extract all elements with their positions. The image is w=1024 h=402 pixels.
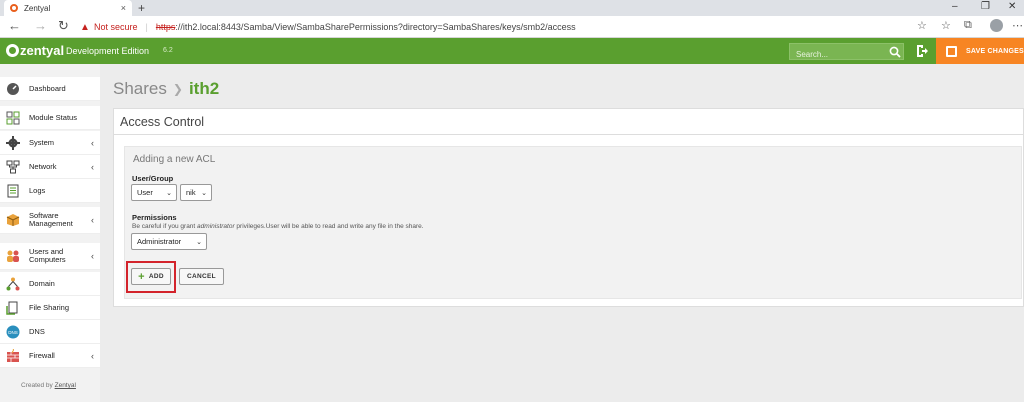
new-acl-form: Adding a new ACL User/Group User ⌄ nik ⌄…: [124, 146, 1022, 299]
chevron-down-icon: ⌄: [196, 239, 202, 246]
browser-tab[interactable]: Zentyal ×: [4, 0, 132, 16]
warning-icon: ▲: [80, 21, 90, 33]
logout-icon[interactable]: [914, 43, 930, 59]
user-group-type-select[interactable]: User ⌄: [131, 184, 177, 201]
sidebar-item-users-and-computers[interactable]: Users and Computers ‹: [0, 243, 100, 270]
back-button[interactable]: ←: [8, 19, 21, 33]
svg-text:DNS: DNS: [8, 330, 18, 335]
form-title: Adding a new ACL: [133, 154, 216, 165]
close-window-button[interactable]: ✕: [1008, 1, 1016, 12]
more-menu-icon[interactable]: ⋯: [1012, 19, 1023, 32]
logs-icon: [7, 184, 19, 197]
permissions-label: Permissions: [132, 213, 177, 222]
breadcrumb-current: ith2: [188, 79, 220, 98]
zentyal-favicon-icon: [10, 4, 18, 12]
reload-button[interactable]: ↻: [58, 19, 69, 33]
permissions-select[interactable]: Administrator ⌄: [131, 233, 207, 250]
sidebar-item-domain[interactable]: Domain: [0, 272, 100, 296]
chevron-down-icon: ⌄: [166, 190, 172, 197]
version-label: 6.2: [163, 47, 173, 54]
tab-close-icon[interactable]: ×: [121, 3, 126, 13]
chevron-left-icon: ‹: [91, 350, 94, 361]
minimize-button[interactable]: –: [952, 1, 958, 12]
browser-titlebar: Zentyal × + – ❐ ✕: [0, 0, 1024, 16]
tab-title: Zentyal: [24, 3, 51, 13]
chevron-left-icon: ‹: [91, 161, 94, 172]
sidebar-item-logs[interactable]: Logs: [0, 179, 100, 203]
sidebar-item-network[interactable]: Network ‹: [0, 155, 100, 179]
gear-icon: [6, 135, 20, 150]
save-changes-button[interactable]: SAVE CHANGES: [936, 38, 1024, 64]
profile-avatar[interactable]: [990, 19, 1003, 32]
url-path: ://ith2.local:8443/Samba/View/SambaShare…: [175, 21, 576, 32]
chevron-left-icon: ‹: [91, 137, 94, 148]
url-scheme: https: [155, 21, 176, 32]
favorites-icon[interactable]: ☆: [941, 19, 951, 32]
zentyal-link[interactable]: Zentyal: [55, 382, 76, 389]
package-icon: [6, 214, 20, 226]
breadcrumb: Shares ❯ ith2: [113, 79, 219, 99]
not-secure-label: Not secure: [94, 21, 138, 32]
firewall-icon: [7, 348, 19, 362]
new-tab-button[interactable]: +: [138, 1, 145, 15]
zentyal-logo[interactable]: zentyal: [6, 43, 64, 58]
file-sharing-icon: [6, 301, 18, 315]
search-box: [789, 43, 904, 62]
sidebar-item-dashboard[interactable]: Dashboard: [0, 77, 100, 101]
users-icon: [7, 250, 19, 262]
favorite-star-icon[interactable]: ☆: [917, 19, 927, 32]
forward-button[interactable]: →: [34, 19, 47, 33]
dashboard-icon: [7, 82, 19, 95]
sidebar-item-firewall[interactable]: Firewall ‹: [0, 344, 100, 368]
sidebar-item-dns[interactable]: DNS DNS: [0, 320, 100, 344]
edition-label: Development Edition: [66, 46, 150, 56]
user-group-label: User/Group: [132, 174, 174, 183]
domain-icon: [6, 277, 20, 290]
created-by-footer: Created by Zentyal: [21, 382, 76, 389]
network-icon: [6, 160, 20, 173]
chevron-down-icon: ⌄: [201, 190, 207, 197]
sidebar-item-module-status[interactable]: Module Status: [0, 106, 100, 130]
breadcrumb-separator-icon: ❯: [172, 82, 183, 96]
permissions-hint: Be careful if you grant administrator pr…: [132, 223, 424, 230]
url-field[interactable]: ▲ Not secure | https ://ith2.local:8443/…: [80, 18, 940, 35]
address-bar: ← → ↻ ▲ Not secure | https ://ith2.local…: [0, 16, 1024, 38]
divider: [114, 134, 1024, 135]
sidebar-item-file-sharing[interactable]: File Sharing: [0, 296, 100, 320]
sidebar-item-software-management[interactable]: Software Management ‹: [0, 207, 100, 234]
cancel-button[interactable]: CANCEL: [179, 268, 224, 285]
dns-icon: DNS: [6, 325, 20, 338]
user-group-value-select[interactable]: nik ⌄: [180, 184, 212, 201]
chevron-left-icon: ‹: [91, 215, 94, 225]
sidebar-item-system[interactable]: System ‹: [0, 131, 100, 155]
maximize-button[interactable]: ❐: [981, 1, 990, 12]
app-header: zentyal Development Edition 6.2: [0, 38, 1024, 64]
chevron-left-icon: ‹: [91, 251, 94, 261]
add-button[interactable]: + ADD: [131, 268, 171, 285]
search-input[interactable]: [790, 47, 885, 62]
collections-icon[interactable]: ⧉: [964, 19, 972, 32]
panel-title: Access Control: [120, 115, 205, 129]
search-icon[interactable]: [888, 45, 902, 59]
plus-icon: +: [138, 270, 145, 283]
module-status-icon: [6, 111, 20, 124]
access-control-panel: Access Control Adding a new ACL User/Gro…: [113, 108, 1024, 307]
save-disk-icon: [946, 45, 957, 57]
breadcrumb-shares-link[interactable]: Shares: [113, 79, 167, 99]
